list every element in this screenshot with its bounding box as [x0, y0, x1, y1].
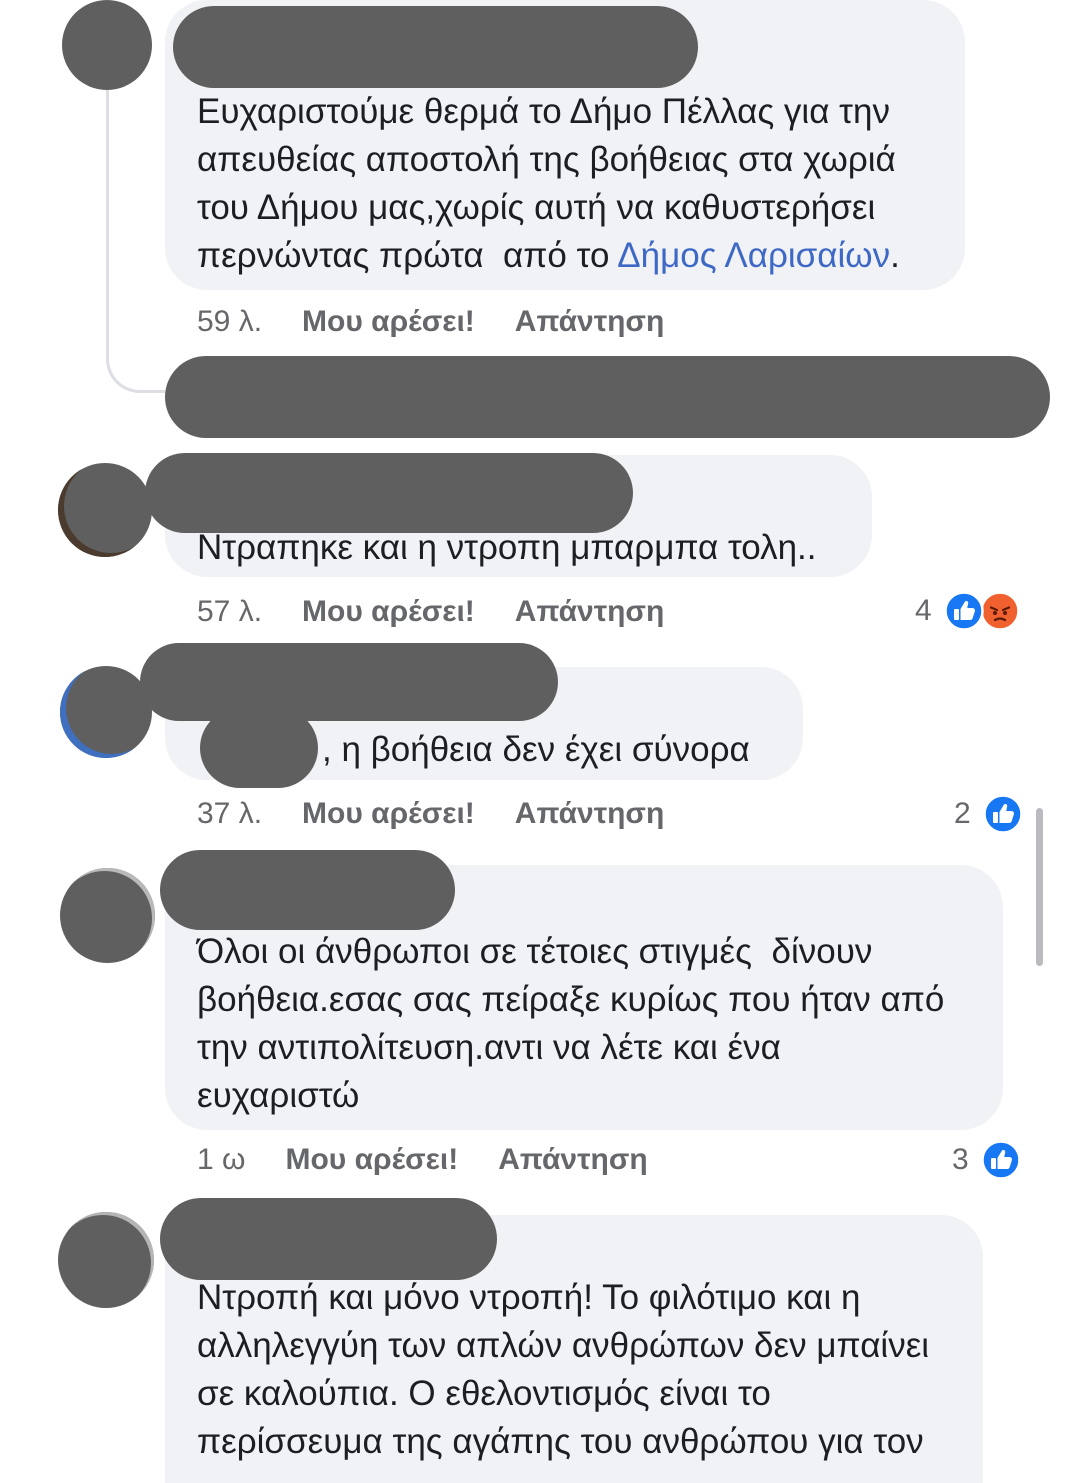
comment-timestamp[interactable]: 37 λ.: [197, 796, 262, 832]
like-reaction-icon: [943, 591, 984, 631]
comment-text: Ντροπή και μόνο ντροπή! Το φιλότιμο και …: [197, 1274, 929, 1466]
comments-thread: Ευχαριστούμε θερμά το Δήμο Πέλλας για τη…: [0, 0, 1080, 1483]
like-reaction-icon: [982, 794, 1023, 834]
like-button[interactable]: Μου αρέσει!: [302, 594, 475, 630]
reply-button[interactable]: Απάντηση: [515, 594, 665, 630]
comment-text-line: , η βοήθεια δεν έχει σύνορα: [322, 730, 750, 769]
comment-text-line: ευχαριστώ: [197, 1076, 360, 1115]
comment-text-line: Ντροπή και μόνο ντροπή! Το φιλότιμο και …: [197, 1278, 861, 1317]
redacted-mention: [200, 708, 318, 788]
reaction-summary[interactable]: 4: [915, 590, 1020, 632]
reply-button[interactable]: Απάντηση: [515, 304, 665, 340]
redacted-author-name: [145, 453, 633, 533]
avatar[interactable]: [60, 666, 152, 758]
reaction-icons: [980, 1140, 1021, 1180]
comment-text-line: Όλοι οι άνθρωποι σε τέτοιες στιγμές δίνο…: [197, 932, 873, 971]
avatar[interactable]: [58, 463, 152, 557]
comment-actions: 37 λ. Μου αρέσει! Απάντηση: [197, 796, 664, 832]
comment-text-line: αλληλεγγύη των απλών ανθρώπων δεν μπαίνε…: [197, 1326, 930, 1365]
comment-text-line: Ευχαριστούμε θερμά το Δήμο Πέλλας για τη…: [197, 92, 890, 131]
reply-thread-line: [106, 88, 165, 393]
comment-text-segment: .: [890, 236, 900, 275]
redacted-reply: [165, 356, 1050, 438]
scrollbar-thumb[interactable]: [1036, 808, 1043, 966]
reply-button[interactable]: Απάντηση: [515, 796, 665, 832]
comment-timestamp[interactable]: 57 λ.: [197, 594, 262, 630]
reaction-icons: [943, 591, 1020, 631]
like-button[interactable]: Μου αρέσει!: [302, 796, 475, 832]
comment-text-line: σε καλούπια. Ο εθελοντισμός είναι το: [197, 1374, 771, 1413]
reaction-count: 3: [952, 1143, 969, 1176]
comment-text-line: την αντιπολίτευση.αντι να λέτε και ένα: [197, 1028, 781, 1067]
redacted-author-name: [160, 850, 455, 930]
comment-text-line: απευθείας αποστολή της βοήθειας στα χωρι…: [197, 140, 896, 179]
comment-actions: 59 λ. Μου αρέσει! Απάντηση: [197, 304, 664, 340]
comment-actions: 1 ω Μου αρέσει! Απάντηση: [197, 1142, 648, 1178]
redacted-author-name: [160, 1198, 497, 1280]
comment-text: Όλοι οι άνθρωποι σε τέτοιες στιγμές δίνο…: [197, 928, 944, 1120]
like-button[interactable]: Μου αρέσει!: [285, 1142, 458, 1178]
comment-actions: 57 λ. Μου αρέσει! Απάντηση: [197, 594, 664, 630]
reaction-count: 2: [954, 797, 971, 830]
comment-timestamp[interactable]: 1 ω: [197, 1142, 245, 1178]
comment-text-line: περνώντας πρώτα από το Δήμος Λαρισαίων.: [197, 232, 900, 280]
reaction-summary[interactable]: 3: [952, 1139, 1021, 1181]
reaction-count: 4: [915, 594, 932, 627]
avatar[interactable]: [62, 0, 152, 90]
comment-text: , η βοήθεια δεν έχει σύνορα: [322, 726, 750, 774]
comment-timestamp[interactable]: 59 λ.: [197, 304, 262, 340]
avatar[interactable]: [58, 1212, 154, 1308]
reaction-icons: [982, 794, 1023, 834]
avatar[interactable]: [60, 868, 155, 963]
comment-text-line: του Δήμου μας,χωρίς αυτή να καθυστερήσει: [197, 188, 876, 227]
redacted-author-name: [140, 643, 558, 721]
like-button[interactable]: Μου αρέσει!: [302, 304, 475, 340]
reply-button[interactable]: Απάντηση: [498, 1142, 648, 1178]
redacted-author-name: [173, 6, 698, 88]
reaction-summary[interactable]: 2: [954, 793, 1023, 835]
tagged-page-link[interactable]: Δήμος Λαρισαίων: [617, 236, 890, 275]
like-reaction-icon: [980, 1140, 1021, 1180]
angry-reaction-icon: [979, 591, 1020, 631]
comment-text-line: περίσσευμα της αγάπης του ανθρώπου για τ…: [197, 1422, 924, 1461]
comment-text-line: βοήθεια.εσας σας πείραξε κυρίως που ήταν…: [197, 980, 945, 1019]
comment-text-segment: περνώντας πρώτα από το: [197, 236, 618, 275]
comment-text: Ευχαριστούμε θερμά το Δήμο Πέλλας για τη…: [197, 88, 900, 280]
